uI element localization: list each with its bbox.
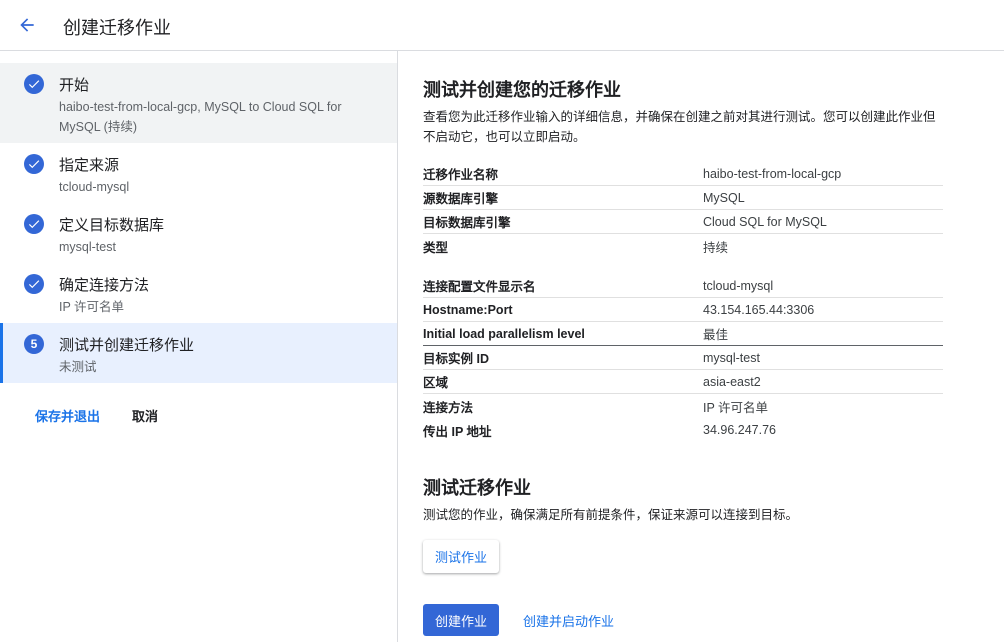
page-header: 创建迁移作业 [0, 0, 1004, 51]
step-title: 定义目标数据库 [59, 217, 165, 234]
detail-key: Initial load parallelism level [423, 326, 585, 341]
main-content: 测试并创建您的迁移作业 查看您为此迁移作业输入的详细信息，并确保在创建之前对其进… [399, 51, 1004, 642]
step-source[interactable]: 指定来源 tcloud-mysql [0, 143, 397, 203]
cancel-button[interactable]: 取消 [132, 406, 158, 425]
detail-key: 目标数据库引擎 [423, 216, 511, 230]
detail-key: 类型 [423, 240, 449, 255]
detail-row: Hostname:Port 43.154.165.44:3306 [423, 298, 943, 322]
sidebar-actions: 保存并退出 取消 [35, 406, 158, 425]
section-description: 查看您为此迁移作业输入的详细信息，并确保在创建之前对其进行测试。您可以创建此作业… [423, 110, 936, 144]
step-subtitle: haibo-test-from-local-gcp, MySQL to Clou… [59, 100, 342, 134]
detail-key: 目标实例 ID [423, 352, 489, 366]
details-group-job: 迁移作业名称 haibo-test-from-local-gcp 源数据库引擎 … [423, 162, 943, 258]
save-exit-button[interactable]: 保存并退出 [35, 406, 100, 425]
step-number-badge: 5 [24, 334, 44, 354]
detail-key: 连接配置文件显示名 [423, 280, 536, 294]
detail-row: 迁移作业名称 haibo-test-from-local-gcp [423, 162, 943, 186]
step-subtitle: mysql-test [59, 240, 116, 254]
arrow-back-icon [20, 18, 34, 32]
step-title: 指定来源 [59, 157, 120, 174]
detail-key: 迁移作业名称 [423, 168, 499, 182]
detail-row: 源数据库引擎 MySQL [423, 186, 943, 210]
test-job-button[interactable]: 测试作业 [423, 540, 500, 573]
detail-value: IP 许可名单 [703, 400, 769, 415]
step-subtitle: IP 许可名单 [59, 300, 125, 314]
detail-value: Cloud SQL for MySQL [703, 214, 827, 229]
detail-row: 区域 asia-east2 [423, 370, 943, 394]
test-section-title: 测试迁移作业 [423, 478, 531, 498]
detail-key: 源数据库引擎 [423, 192, 499, 206]
create-start-job-button[interactable]: 创建并启动作业 [523, 604, 614, 636]
step-subtitle: tcloud-mysql [59, 180, 130, 194]
detail-row: 传出 IP 地址 34.96.247.76 [423, 418, 943, 442]
check-icon [24, 74, 44, 94]
detail-key: Hostname:Port [423, 302, 513, 317]
step-start[interactable]: 开始 haibo-test-from-local-gcp, MySQL to C… [0, 63, 397, 143]
detail-row: 目标实例 ID mysql-test [423, 346, 943, 370]
test-section-description: 测试您的作业，确保满足所有前提条件，保证来源可以连接到目标。 [423, 508, 799, 522]
detail-key: 连接方法 [423, 400, 474, 415]
detail-value: 持续 [703, 240, 729, 255]
step-connectivity[interactable]: 确定连接方法 IP 许可名单 [0, 263, 397, 323]
section-title: 测试并创建您的迁移作业 [423, 80, 621, 100]
detail-value: haibo-test-from-local-gcp [703, 166, 842, 181]
detail-value: MySQL [703, 190, 745, 205]
page-title: 创建迁移作业 [63, 18, 171, 38]
detail-row: 连接配置文件显示名 tcloud-mysql [423, 274, 943, 298]
detail-value: 43.154.165.44:3306 [703, 302, 815, 317]
detail-key: 区域 [423, 376, 449, 390]
detail-value: mysql-test [703, 350, 760, 365]
detail-row: 连接方法 IP 许可名单 [423, 394, 943, 418]
detail-key: 传出 IP 地址 [423, 424, 492, 439]
detail-row: 目标数据库引擎 Cloud SQL for MySQL [423, 210, 943, 234]
create-job-button[interactable]: 创建作业 [423, 604, 500, 636]
step-title: 确定连接方法 [59, 277, 150, 294]
step-destination[interactable]: 定义目标数据库 mysql-test [0, 203, 397, 263]
back-button[interactable] [14, 12, 40, 38]
step-title: 测试并创建迁移作业 [59, 337, 195, 354]
check-icon [24, 274, 44, 294]
detail-row: Initial load parallelism level 最佳 [423, 322, 943, 346]
detail-value: 最佳 [703, 328, 729, 342]
details-group-connection: 连接配置文件显示名 tcloud-mysql Hostname:Port 43.… [423, 274, 943, 442]
step-test-create[interactable]: 5 测试并创建迁移作业 未测试 [0, 323, 397, 383]
detail-value: asia-east2 [703, 374, 761, 389]
detail-value: 34.96.247.76 [703, 423, 776, 437]
detail-row: 类型 持续 [423, 234, 943, 258]
check-icon [24, 154, 44, 174]
detail-value: tcloud-mysql [703, 278, 774, 293]
step-title: 开始 [59, 77, 90, 94]
step-subtitle: 未测试 [59, 360, 97, 374]
check-icon [24, 214, 44, 234]
stepper-sidebar: 开始 haibo-test-from-local-gcp, MySQL to C… [0, 51, 398, 642]
